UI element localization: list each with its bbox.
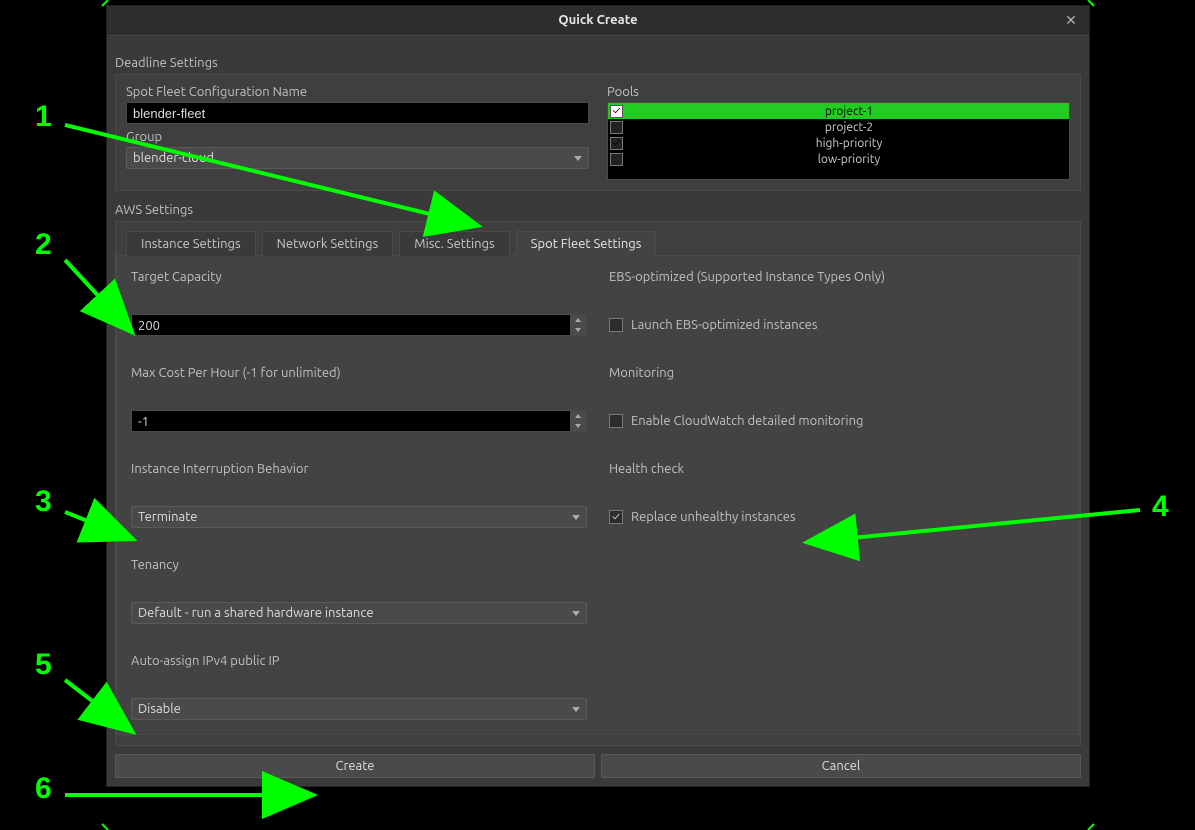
chevron-down-icon xyxy=(574,156,582,161)
pools-label: Pools xyxy=(607,85,1070,99)
target-capacity-value[interactable]: 200 xyxy=(132,315,570,335)
group-combo[interactable]: blender-cloud xyxy=(126,147,589,169)
annotation-number: 6 xyxy=(35,772,52,806)
annotation-number: 2 xyxy=(35,228,52,262)
tabs: Instance Settings Network Settings Misc.… xyxy=(116,230,1080,256)
config-name-input[interactable] xyxy=(126,102,589,124)
annotation-number: 3 xyxy=(35,485,52,519)
max-cost-label: Max Cost Per Hour (-1 for unlimited) xyxy=(131,366,587,380)
tenancy-combo[interactable]: Default - run a shared hardware instance xyxy=(131,602,587,624)
monitoring-checkbox[interactable] xyxy=(609,414,623,428)
pool-item[interactable]: project-2 xyxy=(608,119,1069,135)
target-capacity-label: Target Capacity xyxy=(131,270,587,284)
dialog-title: Quick Create xyxy=(558,13,637,27)
checkbox-icon[interactable] xyxy=(610,105,623,118)
health-checkbox-label: Replace unhealthy instances xyxy=(631,510,796,524)
chevron-down-icon xyxy=(572,707,580,712)
max-cost-spinner[interactable]: -1 xyxy=(131,410,587,432)
tenancy-label: Tenancy xyxy=(131,558,587,572)
spinner-down-icon[interactable] xyxy=(570,325,586,335)
checkbox-icon[interactable] xyxy=(610,137,623,150)
quick-create-dialog: Quick Create ✕ Deadline Settings Spot Fl… xyxy=(106,5,1090,787)
checkbox-icon[interactable] xyxy=(610,153,623,166)
chevron-down-icon xyxy=(572,515,580,520)
ip-value: Disable xyxy=(138,702,181,716)
tab-misc-settings[interactable]: Misc. Settings xyxy=(399,231,509,256)
target-capacity-spinner[interactable]: 200 xyxy=(131,314,587,336)
ebs-checkbox[interactable] xyxy=(609,318,623,332)
tab-spot-fleet-settings[interactable]: Spot Fleet Settings xyxy=(516,231,657,256)
titlebar: Quick Create ✕ xyxy=(107,6,1089,34)
ip-label: Auto-assign IPv4 public IP xyxy=(131,654,587,668)
aws-settings-label: AWS Settings xyxy=(115,203,1081,217)
spinner-up-icon[interactable] xyxy=(570,411,586,421)
health-checkbox[interactable] xyxy=(609,510,623,524)
tab-network-settings[interactable]: Network Settings xyxy=(262,231,394,256)
tab-instance-settings[interactable]: Instance Settings xyxy=(126,231,256,256)
pool-item[interactable]: low-priority xyxy=(608,151,1069,167)
chevron-down-icon xyxy=(572,611,580,616)
ebs-label: EBS-optimized (Supported Instance Types … xyxy=(609,270,1065,284)
interruption-value: Terminate xyxy=(138,510,197,524)
annotation-number: 4 xyxy=(1152,490,1169,524)
config-name-label: Spot Fleet Configuration Name xyxy=(126,85,589,99)
monitoring-checkbox-label: Enable CloudWatch detailed monitoring xyxy=(631,414,864,428)
interruption-label: Instance Interruption Behavior xyxy=(131,462,587,476)
tenancy-value: Default - run a shared hardware instance xyxy=(138,606,374,620)
health-label: Health check xyxy=(609,462,1065,476)
pools-list[interactable]: project-1 project-2 high-priority l xyxy=(607,102,1070,180)
deadline-settings-label: Deadline Settings xyxy=(115,56,1081,70)
aws-settings-group: Instance Settings Network Settings Misc.… xyxy=(115,221,1081,746)
spinner-up-icon[interactable] xyxy=(570,315,586,325)
pool-item[interactable]: high-priority xyxy=(608,135,1069,151)
ebs-checkbox-label: Launch EBS-optimized instances xyxy=(631,318,818,332)
group-value: blender-cloud xyxy=(133,151,214,165)
interruption-combo[interactable]: Terminate xyxy=(131,506,587,528)
monitoring-label: Monitoring xyxy=(609,366,1065,380)
max-cost-value[interactable]: -1 xyxy=(132,411,570,431)
spot-fleet-panel: Target Capacity 200 EBS-optimized (Suppo… xyxy=(116,256,1080,735)
checkbox-icon[interactable] xyxy=(610,121,623,134)
annotation-number: 1 xyxy=(35,100,52,134)
ip-combo[interactable]: Disable xyxy=(131,698,587,720)
create-button[interactable]: Create xyxy=(115,754,595,778)
spinner-down-icon[interactable] xyxy=(570,421,586,431)
close-icon[interactable]: ✕ xyxy=(1061,10,1081,30)
pool-item[interactable]: project-1 xyxy=(608,103,1069,119)
group-label: Group xyxy=(126,130,589,144)
deadline-settings-group: Spot Fleet Configuration Name Group blen… xyxy=(115,74,1081,191)
cancel-button[interactable]: Cancel xyxy=(601,754,1081,778)
annotation-number: 5 xyxy=(35,648,52,682)
